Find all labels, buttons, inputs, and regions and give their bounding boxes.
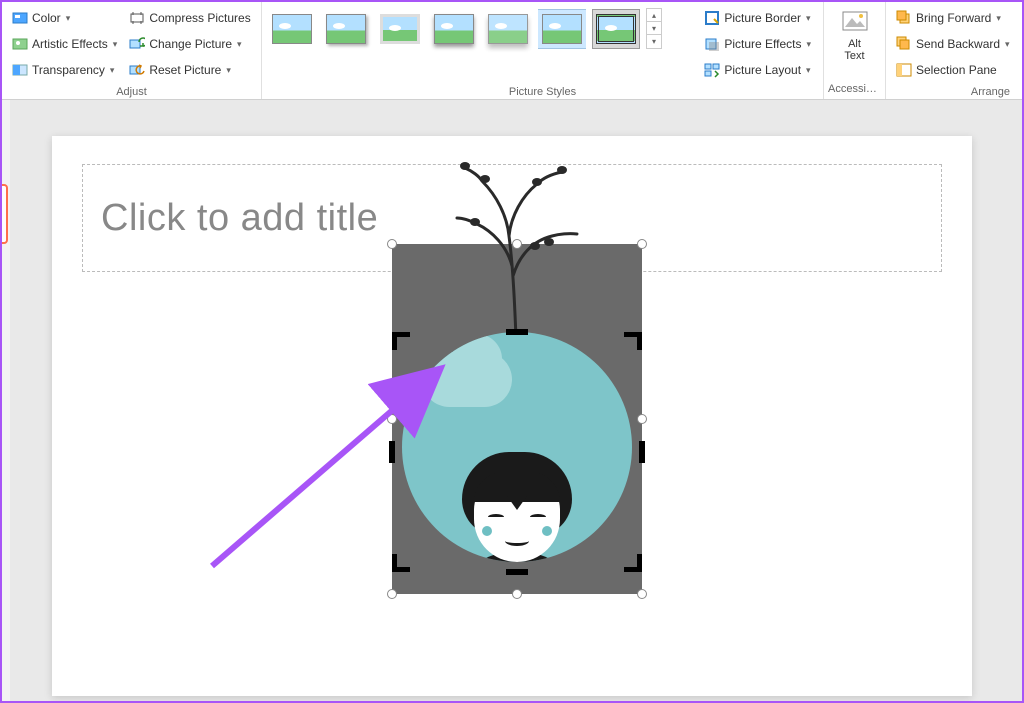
- selection-handle-bl[interactable]: [387, 589, 397, 599]
- gallery-scroll: ▴ ▾ ▾: [646, 8, 662, 49]
- send-backward-icon: [896, 36, 912, 52]
- send-backward-button[interactable]: Send Backward ▾: [892, 32, 1014, 56]
- reset-icon: [129, 62, 145, 78]
- transparency-label: Transparency: [32, 63, 105, 77]
- style-thumb-4[interactable]: [430, 9, 478, 49]
- artistic-label: Artistic Effects: [32, 37, 108, 51]
- bring-forward-icon: [896, 10, 912, 26]
- compress-icon: [129, 10, 145, 26]
- ribbon-group-accessibility: Alt Text Accessibili...: [824, 2, 886, 99]
- chevron-down-icon: ▾: [66, 13, 71, 24]
- change-picture-button[interactable]: Change Picture ▾: [125, 32, 254, 56]
- change-icon: [129, 36, 145, 52]
- compress-pictures-button[interactable]: Compress Pictures: [125, 6, 254, 30]
- selection-pane-button[interactable]: Selection Pane: [892, 58, 1014, 82]
- border-label: Picture Border: [724, 11, 801, 25]
- selection-handle-ml[interactable]: [387, 414, 397, 424]
- style-thumb-2[interactable]: [322, 9, 370, 49]
- selection-pane-label: Selection Pane: [916, 63, 997, 77]
- accessibility-group-label: Accessibili...: [828, 81, 881, 99]
- ribbon-group-adjust: Color ▾ Artistic Effects ▾ Transparency …: [2, 2, 262, 99]
- chevron-down-icon: ▾: [226, 65, 231, 76]
- crop-handle-b[interactable]: [506, 569, 528, 575]
- crop-handle-r[interactable]: [639, 441, 645, 463]
- gallery-down-button[interactable]: ▾: [647, 22, 661, 35]
- ribbon: Color ▾ Artistic Effects ▾ Transparency …: [2, 2, 1022, 100]
- bring-forward-button[interactable]: Bring Forward ▾: [892, 6, 1014, 30]
- picture-style-gallery: ▴ ▾ ▾: [266, 4, 664, 53]
- crop-handle-t[interactable]: [506, 329, 528, 335]
- reset-label: Reset Picture: [149, 63, 221, 77]
- chevron-down-icon: ▾: [806, 13, 811, 24]
- style-thumb-6[interactable]: [538, 9, 586, 49]
- ribbon-group-picture-styles: ▴ ▾ ▾ Picture Border ▾ Picture Effects ▾: [262, 2, 824, 99]
- layout-label: Picture Layout: [724, 63, 801, 77]
- transparency-icon: [12, 62, 28, 78]
- title-placeholder-text: Click to add title: [101, 197, 378, 240]
- slide-thumbnail-indicator[interactable]: [2, 184, 8, 244]
- crop-region[interactable]: [392, 332, 642, 572]
- selection-handle-tl[interactable]: [387, 239, 397, 249]
- document-area: Click to add title: [2, 100, 1022, 701]
- crop-handle-tl[interactable]: [392, 332, 410, 350]
- selection-handle-tr[interactable]: [637, 239, 647, 249]
- picture-border-button[interactable]: Picture Border ▾: [700, 6, 815, 30]
- layout-icon: [704, 62, 720, 78]
- illustration-circle: [402, 332, 632, 562]
- alt-text-icon: [841, 8, 869, 36]
- chevron-down-icon: ▾: [110, 65, 115, 76]
- ribbon-group-arrange: Bring Forward ▾ Send Backward ▾ Selectio…: [886, 2, 1022, 99]
- character-face: [462, 452, 572, 562]
- chevron-down-icon: ▾: [996, 13, 1001, 24]
- style-thumb-5[interactable]: [484, 9, 532, 49]
- selection-pane-icon: [896, 62, 912, 78]
- cloud-shape: [422, 352, 512, 407]
- color-icon: [12, 10, 28, 26]
- selected-image[interactable]: [392, 244, 642, 594]
- color-button[interactable]: Color ▾: [8, 6, 121, 30]
- crop-handle-br[interactable]: [624, 554, 642, 572]
- chevron-down-icon: ▾: [113, 39, 118, 50]
- style-thumb-3[interactable]: [376, 9, 424, 49]
- selection-handle-bm[interactable]: [512, 589, 522, 599]
- change-label: Change Picture: [149, 37, 232, 51]
- effects-icon: [704, 36, 720, 52]
- chevron-down-icon: ▾: [806, 39, 811, 50]
- app-window: Color ▾ Artistic Effects ▾ Transparency …: [0, 0, 1024, 703]
- slide-canvas[interactable]: Click to add title: [52, 136, 972, 696]
- selection-handle-br[interactable]: [637, 589, 647, 599]
- chevron-down-icon: ▾: [237, 39, 242, 50]
- reset-picture-button[interactable]: Reset Picture ▾: [125, 58, 254, 82]
- bring-forward-label: Bring Forward: [916, 11, 991, 25]
- chevron-down-icon: ▾: [806, 65, 811, 76]
- alt-text-button[interactable]: Alt Text: [833, 4, 877, 66]
- transparency-button[interactable]: Transparency ▾: [8, 58, 121, 82]
- crop-handle-bl[interactable]: [392, 554, 410, 572]
- border-icon: [704, 10, 720, 26]
- alt-text-label: Alt Text: [844, 38, 864, 62]
- picture-layout-button[interactable]: Picture Layout ▾: [700, 58, 815, 82]
- style-thumb-1[interactable]: [268, 9, 316, 49]
- artistic-icon: [12, 36, 28, 52]
- gallery-up-button[interactable]: ▴: [647, 9, 661, 22]
- picture-effects-button[interactable]: Picture Effects ▾: [700, 32, 815, 56]
- gallery-more-button[interactable]: ▾: [647, 35, 661, 48]
- style-thumb-7[interactable]: [592, 9, 640, 49]
- crop-handle-tr[interactable]: [624, 332, 642, 350]
- chevron-down-icon: ▾: [1005, 39, 1010, 50]
- compress-label: Compress Pictures: [149, 11, 250, 25]
- send-backward-label: Send Backward: [916, 37, 1000, 51]
- effects-label: Picture Effects: [724, 37, 801, 51]
- selection-handle-mr[interactable]: [637, 414, 647, 424]
- artistic-effects-button[interactable]: Artistic Effects ▾: [8, 32, 121, 56]
- selection-handle-tm[interactable]: [512, 239, 522, 249]
- crop-handle-l[interactable]: [389, 441, 395, 463]
- color-label: Color: [32, 11, 61, 25]
